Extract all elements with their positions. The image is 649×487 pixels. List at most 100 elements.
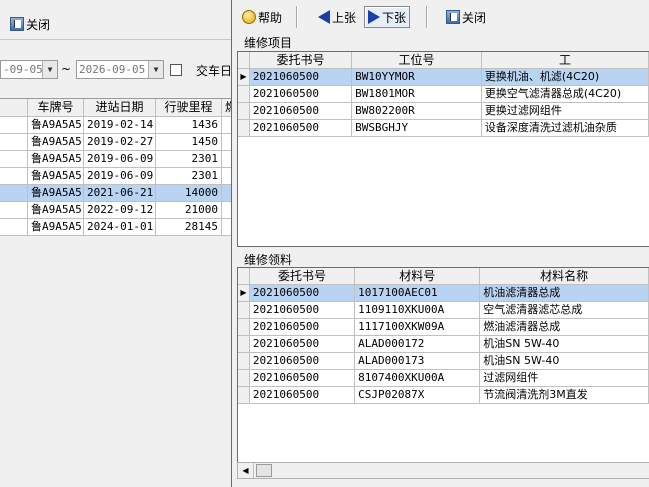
date-range-separator: ~ bbox=[61, 62, 72, 76]
next-button[interactable]: 下张 bbox=[364, 6, 411, 28]
vehicle-history-table: 车牌号 进站日期 行驶里程 燃 鲁A9A5A5 2019-02-14 1436 … bbox=[0, 98, 232, 236]
table-row[interactable]: 2021060500 BWSBGHJY 设备深度清洗过滤机油杂质 bbox=[238, 120, 649, 137]
date-cell: 2019-06-09 bbox=[84, 168, 156, 184]
table-row[interactable]: 2021060500 ALAD000172 机油SN 5W-40 bbox=[238, 336, 649, 353]
column-header-name[interactable]: 工 bbox=[482, 52, 649, 68]
table-row[interactable]: 2021060500 BW1801MOR 更换空气滤清器总成(4C20) bbox=[238, 86, 649, 103]
table-row[interactable]: 2021060500 BW802200R 更换过滤网组件 bbox=[238, 103, 649, 120]
row-indicator bbox=[238, 353, 250, 369]
close-icon bbox=[10, 17, 24, 31]
table-row[interactable]: 2021060500 1117100XKW09A 燃油滤清器总成 bbox=[238, 319, 649, 336]
table-row[interactable]: 2021060500 1109110XKU00A 空气滤清器滤芯总成 bbox=[238, 302, 649, 319]
date-filter-bar: -09-05 ▼ ~ 2026-09-05 ▼ 交车日 bbox=[0, 60, 232, 82]
code-cell: BW802200R bbox=[352, 103, 482, 119]
table-row[interactable]: 鲁A9A5A5 2022-09-12 21000 bbox=[0, 202, 232, 219]
row-indicator bbox=[238, 336, 250, 352]
row-indicator bbox=[238, 86, 250, 102]
column-header-plate[interactable]: 车牌号 bbox=[28, 99, 84, 116]
table-row[interactable]: 鲁A9A5A5 2019-02-27 1450 bbox=[0, 134, 232, 151]
material-name-cell: 空气滤清器滤芯总成 bbox=[480, 302, 649, 318]
material-name-cell: 节流阀清洗剂3M直发 bbox=[480, 387, 649, 403]
column-header-date[interactable]: 进站日期 bbox=[84, 99, 156, 116]
table-header: 委托书号 材料号 材料名称 bbox=[238, 268, 649, 285]
date-cell: 2021-06-21 bbox=[84, 185, 156, 201]
background-close-button[interactable]: 关闭 bbox=[6, 13, 54, 35]
name-cell: 更换空气滤清器总成(4C20) bbox=[482, 86, 649, 102]
row-cell bbox=[0, 202, 28, 218]
column-header-material-name[interactable]: 材料名称 bbox=[480, 268, 649, 284]
filter-checkbox[interactable] bbox=[170, 64, 182, 76]
repair-detail-dialog: 帮助 上张 下张 关闭 维修项目 委托书号 工位号 工 ▶ 2021060500… bbox=[231, 0, 649, 487]
delivery-date-label: 交车日 bbox=[196, 64, 233, 78]
row-indicator bbox=[238, 370, 250, 386]
table-row[interactable]: 鲁A9A5A5 2024-01-01 28145 bbox=[0, 219, 232, 236]
row-cell bbox=[0, 219, 28, 235]
material-code-cell: 1017100AEC01 bbox=[355, 285, 481, 301]
column-header-order[interactable]: 委托书号 bbox=[250, 268, 356, 284]
dialog-toolbar: 帮助 上张 下张 关闭 bbox=[232, 0, 649, 34]
material-code-cell: CSJP02087X bbox=[355, 387, 481, 403]
column-header-order[interactable]: 委托书号 bbox=[250, 52, 353, 68]
table-row[interactable]: 鲁A9A5A5 2019-02-14 1436 bbox=[0, 117, 232, 134]
help-button[interactable]: 帮助 bbox=[238, 6, 286, 28]
name-cell: 更换机油、机滤(4C20) bbox=[481, 69, 649, 85]
column-header-mileage[interactable]: 行驶里程 bbox=[156, 99, 222, 116]
repair-items-table: 委托书号 工位号 工 ▶ 2021060500 BW10YYMOR 更换机油、机… bbox=[237, 51, 649, 247]
table-row-selected[interactable]: ▶ 2021060500 1017100AEC01 机油滤清器总成 bbox=[238, 285, 649, 302]
row-cell bbox=[0, 151, 28, 167]
help-label: 帮助 bbox=[258, 10, 283, 25]
horizontal-scrollbar[interactable]: ◀ bbox=[237, 462, 649, 479]
toolbar-divider bbox=[426, 6, 427, 28]
date-to-value: 2026-09-05 bbox=[79, 63, 146, 76]
code-cell: BWSBGHJY bbox=[352, 120, 482, 136]
material-name-cell: 机油滤清器总成 bbox=[480, 285, 649, 301]
column-header-material-code[interactable]: 材料号 bbox=[355, 268, 481, 284]
table-row[interactable]: 2021060500 8107400XKU00A 过滤网组件 bbox=[238, 370, 649, 387]
column-header bbox=[0, 99, 28, 116]
plate-cell: 鲁A9A5A5 bbox=[28, 117, 84, 133]
date-to-combo[interactable]: 2026-09-05 ▼ bbox=[76, 60, 164, 79]
order-cell: 2021060500 bbox=[250, 120, 353, 136]
date-from-combo[interactable]: -09-05 ▼ bbox=[0, 60, 58, 79]
plate-cell: 鲁A9A5A5 bbox=[28, 134, 84, 150]
table-row[interactable]: 鲁A9A5A5 2019-06-09 2301 bbox=[0, 151, 232, 168]
table-row[interactable]: 2021060500 ALAD000173 机油SN 5W-40 bbox=[238, 353, 649, 370]
help-icon bbox=[242, 10, 256, 24]
table-row[interactable]: 2021060500 CSJP02087X 节流阀清洗剂3M直发 bbox=[238, 387, 649, 404]
order-cell: 2021060500 bbox=[250, 370, 356, 386]
order-cell: 2021060500 bbox=[250, 302, 356, 318]
mileage-cell: 1436 bbox=[156, 117, 222, 133]
scrollbar-thumb[interactable] bbox=[256, 464, 272, 477]
chevron-down-icon[interactable]: ▼ bbox=[148, 61, 163, 78]
plate-cell: 鲁A9A5A5 bbox=[28, 168, 84, 184]
chevron-down-icon[interactable]: ▼ bbox=[42, 61, 57, 78]
material-name-cell: 燃油滤清器总成 bbox=[480, 319, 649, 335]
row-cell bbox=[0, 185, 28, 201]
mileage-cell: 2301 bbox=[156, 151, 222, 167]
row-pointer-icon: ▶ bbox=[238, 285, 250, 301]
previous-button[interactable]: 上张 bbox=[314, 6, 360, 28]
table-row-selected[interactable]: 鲁A9A5A5 2021-06-21 14000 bbox=[0, 185, 232, 202]
row-cell bbox=[0, 168, 28, 184]
order-cell: 2021060500 bbox=[250, 387, 356, 403]
table-row[interactable]: 鲁A9A5A5 2019-06-09 2301 bbox=[0, 168, 232, 185]
row-pointer-icon: ▶ bbox=[238, 69, 250, 85]
table-row-selected[interactable]: ▶ 2021060500 BW10YYMOR 更换机油、机滤(4C20) bbox=[238, 69, 649, 86]
order-cell: 2021060500 bbox=[250, 353, 356, 369]
arrow-left-icon bbox=[318, 10, 330, 24]
row-indicator bbox=[238, 103, 250, 119]
close-button[interactable]: 关闭 bbox=[442, 6, 490, 28]
plate-cell: 鲁A9A5A5 bbox=[28, 202, 84, 218]
mileage-cell: 14000 bbox=[156, 185, 222, 201]
date-cell: 2019-02-27 bbox=[84, 134, 156, 150]
column-header-code[interactable]: 工位号 bbox=[352, 52, 482, 68]
mileage-cell: 1450 bbox=[156, 134, 222, 150]
order-cell: 2021060500 bbox=[249, 69, 353, 85]
name-cell: 设备深度清洗过滤机油杂质 bbox=[482, 120, 649, 136]
arrow-right-icon bbox=[368, 10, 380, 24]
repair-materials-table: 委托书号 材料号 材料名称 ▶ 2021060500 1017100AEC01 … bbox=[237, 267, 649, 463]
row-indicator bbox=[238, 387, 250, 403]
material-code-cell: ALAD000172 bbox=[355, 336, 481, 352]
scroll-left-icon[interactable]: ◀ bbox=[238, 463, 254, 478]
code-cell: BW10YYMOR bbox=[352, 69, 482, 85]
